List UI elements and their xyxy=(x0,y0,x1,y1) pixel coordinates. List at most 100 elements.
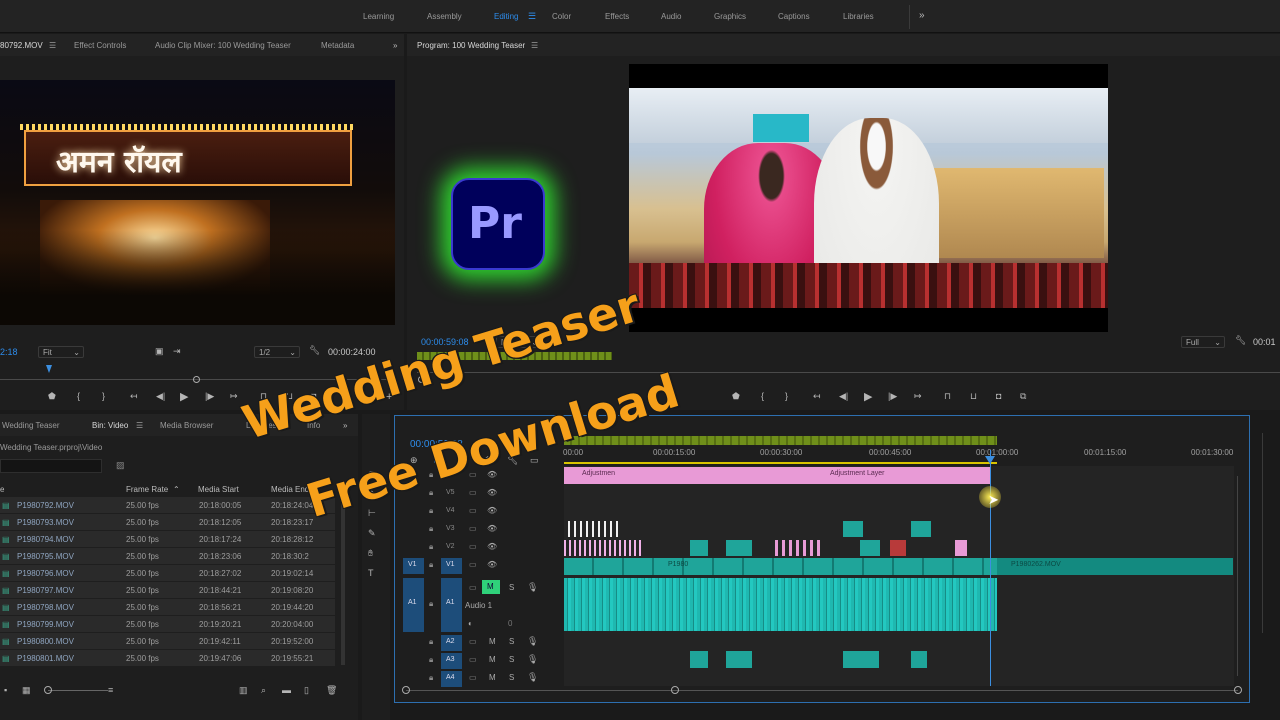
source-playhead[interactable] xyxy=(46,365,52,373)
play-icon[interactable]: ▶ xyxy=(864,390,872,403)
double-chevron-right-icon[interactable]: » xyxy=(393,41,397,50)
workspace-audio[interactable]: Audio xyxy=(661,12,681,21)
table-row[interactable]: ▤ P1980800.MOV 25.00 fps 20:19:42:11 20:19:5… xyxy=(0,633,335,650)
mark-out-icon[interactable]: } xyxy=(102,391,105,401)
drag-video-icon[interactable]: ⇥ xyxy=(173,346,181,357)
sync-lock-icon[interactable]: ▭ xyxy=(469,524,477,533)
video-clip[interactable] xyxy=(860,540,880,556)
list-view-icon[interactable]: ▪ xyxy=(4,685,7,695)
mute-button[interactable]: M xyxy=(489,637,496,646)
table-row[interactable]: ▤ P1980793.MOV 25.00 fps 20:18:12:05 20:18:2… xyxy=(0,514,335,531)
sync-lock-icon[interactable]: ▭ xyxy=(469,488,477,497)
tab-project[interactable]: Wedding Teaser xyxy=(2,421,60,430)
program-scrub-bar[interactable] xyxy=(417,372,1280,373)
video-clip[interactable] xyxy=(911,521,931,537)
solo-button[interactable]: S xyxy=(509,655,514,664)
eye-icon[interactable]: 👁︎ xyxy=(487,542,497,551)
sort-icons-icon[interactable]: ≡ xyxy=(108,685,113,695)
new-bin-icon[interactable]: ▬ xyxy=(282,685,291,695)
add-marker-icon[interactable]: ⬟ xyxy=(48,391,56,402)
new-item-icon[interactable]: ▯ xyxy=(304,685,309,696)
hand-tool-icon[interactable]: ✋︎ xyxy=(368,548,373,559)
mute-button[interactable]: M xyxy=(489,655,496,664)
hamburger-icon[interactable]: ☰ xyxy=(136,421,143,430)
type-tool-icon[interactable]: T xyxy=(368,568,374,578)
comparison-view-icon[interactable]: ⧉ xyxy=(1020,391,1026,402)
table-row[interactable]: ▤ P1980797.MOV 25.00 fps 20:18:44:21 20:19:0… xyxy=(0,582,335,599)
microphone-icon[interactable]: 🎙︎ xyxy=(527,672,538,683)
step-forward-icon[interactable]: |▶ xyxy=(888,391,897,402)
workspace-assembly[interactable]: Assembly xyxy=(427,12,462,21)
search-input[interactable] xyxy=(0,459,102,473)
sync-lock-icon[interactable]: ▭ xyxy=(469,542,477,551)
tab-metadata[interactable]: Metadata xyxy=(321,41,354,50)
camera-icon[interactable]: ◘ xyxy=(996,391,1001,401)
sync-lock-icon[interactable]: ▭ xyxy=(469,560,477,569)
double-chevron-right-icon[interactable]: » xyxy=(919,10,925,21)
pen-tool-icon[interactable]: ✎ xyxy=(368,528,376,539)
table-row[interactable]: ▤ P1980799.MOV 25.00 fps 20:19:20:21 20:20:0… xyxy=(0,616,335,633)
play-icon[interactable]: ▶ xyxy=(180,390,188,403)
table-row[interactable]: ▤ P1980792.MOV 25.00 fps 20:18:00:05 20:18:2… xyxy=(0,497,335,514)
tab-effect-controls[interactable]: Effect Controls xyxy=(74,41,126,50)
workspace-color[interactable]: Color xyxy=(552,12,571,21)
mark-out-icon[interactable]: } xyxy=(785,391,788,401)
timeline-horizontal-scroll[interactable] xyxy=(406,690,1238,691)
source-timecode[interactable]: 2:18 xyxy=(0,347,18,357)
search-icon[interactable]: ⌕ xyxy=(261,685,266,696)
tab-bin-video[interactable]: Bin: Video xyxy=(92,421,128,430)
sync-lock-icon[interactable]: ▭ xyxy=(469,583,477,592)
lock-icon[interactable]: 🔒︎ xyxy=(429,673,433,683)
extract-icon[interactable]: ⊔ xyxy=(970,391,977,402)
lock-icon[interactable]: 🔒︎ xyxy=(429,506,433,516)
sync-lock-icon[interactable]: ▭ xyxy=(469,506,477,515)
timeline-vertical-scroll[interactable] xyxy=(1237,476,1238,676)
track-area[interactable] xyxy=(564,466,1234,686)
eye-icon[interactable]: 👁︎ xyxy=(487,560,497,569)
video-clip[interactable] xyxy=(890,540,906,556)
column-media-start[interactable]: Media Start xyxy=(198,485,239,494)
microphone-icon[interactable]: 🎙︎ xyxy=(527,582,538,593)
scroll-handle-left[interactable] xyxy=(402,686,410,694)
sort-ascending-icon[interactable]: ⌃ xyxy=(173,485,180,494)
column-frame-rate[interactable]: Frame Rate xyxy=(126,485,168,494)
step-back-icon[interactable]: ◀| xyxy=(156,391,165,402)
go-to-out-icon[interactable]: ↦ xyxy=(914,391,922,402)
audio-clip[interactable] xyxy=(843,651,879,668)
go-to-in-icon[interactable]: ↤ xyxy=(130,391,138,402)
workspace-libraries[interactable]: Libraries xyxy=(843,12,874,21)
solo-button[interactable]: S xyxy=(509,637,514,646)
video-clip[interactable] xyxy=(690,540,708,556)
table-row[interactable]: ▤ P1980794.MOV 25.00 fps 20:18:17:24 20:18:2… xyxy=(0,531,335,548)
source-resolution-select[interactable]: 1/2 ⌄ xyxy=(254,346,300,358)
mark-in-icon[interactable]: { xyxy=(761,391,764,401)
zoom-slider-handle[interactable] xyxy=(44,686,52,694)
source-zoom-handle[interactable] xyxy=(193,376,200,383)
workspace-graphics[interactable]: Graphics xyxy=(714,12,746,21)
microphone-icon[interactable]: 🎙︎ xyxy=(527,654,538,665)
workspace-captions[interactable]: Captions xyxy=(778,12,810,21)
lock-icon[interactable]: 🔒︎ xyxy=(429,637,433,647)
microphone-icon[interactable]: 🎙︎ xyxy=(527,636,538,647)
step-back-icon[interactable]: ◀| xyxy=(839,391,848,402)
solo-button[interactable]: S xyxy=(509,673,514,682)
lock-icon[interactable]: 🔒︎ xyxy=(429,599,433,609)
step-forward-icon[interactable]: |▶ xyxy=(205,391,214,402)
scrollbar[interactable] xyxy=(341,497,345,665)
column-name[interactable]: e xyxy=(0,485,4,494)
eye-icon[interactable]: 👁︎ xyxy=(487,524,497,533)
double-chevron-right-icon[interactable]: » xyxy=(343,421,347,430)
lock-icon[interactable]: 🔒︎ xyxy=(429,524,433,534)
table-row[interactable]: ▤ P1980796.MOV 25.00 fps 20:18:27:02 20:19:0… xyxy=(0,565,335,582)
solo-button[interactable]: S xyxy=(509,583,514,592)
tab-audio-clip-mixer[interactable]: Audio Clip Mixer: 100 Wedding Teaser xyxy=(155,41,291,50)
video-clip-group[interactable] xyxy=(775,540,821,556)
audio-clip[interactable] xyxy=(911,651,927,668)
tab-source[interactable]: 80792.MOV xyxy=(0,41,43,50)
sync-lock-icon[interactable]: ▭ xyxy=(469,655,477,664)
eye-icon[interactable]: 👁︎ xyxy=(487,488,497,497)
eye-icon[interactable]: 👁︎ xyxy=(487,506,497,515)
lift-icon[interactable]: ⊓ xyxy=(944,391,951,402)
hamburger-icon[interactable]: ☰ xyxy=(528,11,536,22)
v1-clips[interactable]: P1980 xyxy=(564,558,997,575)
